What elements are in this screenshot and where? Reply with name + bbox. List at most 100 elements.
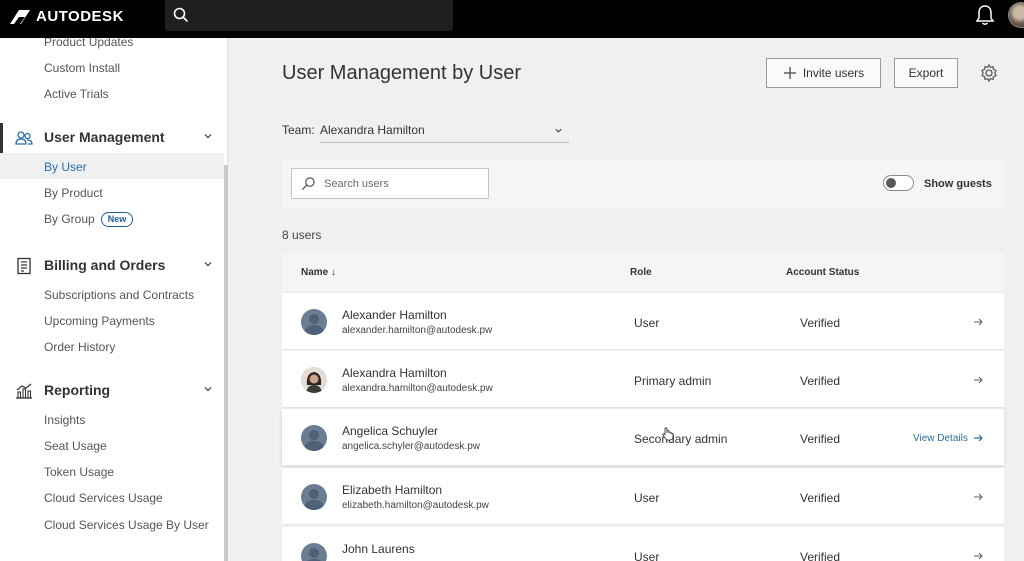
user-email: elizabeth.hamilton@autodesk.pw (342, 500, 489, 511)
export-label: Export (908, 66, 944, 80)
table-row[interactable]: Elizabeth Hamilton elizabeth.hamilton@au… (282, 468, 1004, 525)
sidebar-scrollbar[interactable] (224, 165, 228, 561)
user-role: User (634, 316, 660, 330)
table-row[interactable]: Alexander Hamilton alexander.hamilton@au… (282, 293, 1004, 350)
view-details-link[interactable]: View Details (913, 433, 968, 444)
user-name: Elizabeth Hamilton (342, 483, 443, 497)
search-icon (173, 7, 189, 23)
users-icon (15, 131, 33, 145)
arrow-right-icon[interactable] (974, 552, 983, 560)
user-name: Angelica Schuyler (342, 424, 439, 438)
person-silhouette-icon (304, 314, 324, 335)
search-users-input[interactable] (324, 176, 479, 192)
autodesk-logo-icon (10, 9, 30, 24)
show-guests-label: Show guests (924, 178, 992, 190)
gear-icon[interactable] (980, 64, 998, 82)
sidebar-item-upcoming-payments[interactable]: Upcoming Payments (44, 314, 155, 328)
brand-name: AUTODESK (36, 8, 124, 25)
user-status: Verified (800, 491, 841, 505)
user-email: angelica.schyler@autodesk.pw (342, 441, 481, 452)
user-avatar (301, 484, 327, 510)
section-label: Billing and Orders (44, 257, 166, 273)
user-name: Alexander Hamilton (342, 308, 447, 322)
export-button[interactable]: Export (894, 58, 958, 88)
sidebar-item-cloud-services-usage-by-user[interactable]: Cloud Services Usage By User (44, 518, 209, 532)
sidebar-item-by-user[interactable]: By User (44, 160, 87, 174)
person-silhouette-icon (304, 430, 324, 451)
person-photo-icon (301, 367, 327, 393)
user-name: John Laurens (342, 542, 415, 556)
sidebar-item-active-trials[interactable]: Active Trials (44, 87, 109, 101)
user-role: Primary admin (634, 374, 712, 388)
person-silhouette-icon (304, 489, 324, 510)
top-bar: AUTODESK (0, 0, 1024, 38)
invite-users-button[interactable]: Invite users (766, 58, 881, 88)
sidebar-item-product-updates[interactable]: Product Updates (44, 38, 133, 49)
user-status: Verified (800, 374, 841, 388)
section-label: Reporting (44, 382, 111, 398)
notification-bell-icon[interactable] (974, 4, 996, 26)
chevron-down-icon (204, 262, 212, 267)
user-count: 8 users (282, 228, 322, 242)
new-badge: New (100, 212, 134, 228)
show-guests-toggle[interactable] (883, 175, 914, 191)
sidebar-item-token-usage[interactable]: Token Usage (44, 465, 114, 479)
sidebar-section-user-management[interactable]: User Management (0, 125, 227, 151)
chevron-down-icon (204, 387, 212, 392)
arrow-right-icon[interactable] (974, 434, 983, 442)
user-name: Alexandra Hamilton (342, 366, 447, 380)
sidebar-item-custom-install[interactable]: Custom Install (44, 61, 120, 75)
invite-users-label: Invite users (802, 66, 865, 80)
user-email: alexandra.hamilton@autodesk.pw (342, 383, 493, 394)
table-row[interactable]: John Laurens User Verified (282, 527, 1004, 561)
sidebar-item-seat-usage[interactable]: Seat Usage (44, 439, 107, 453)
team-select[interactable]: Alexandra Hamilton (320, 117, 569, 143)
arrow-right-icon[interactable] (974, 376, 983, 384)
chevron-down-icon (204, 134, 212, 139)
user-status: Verified (800, 316, 841, 330)
receipt-icon (17, 257, 31, 275)
user-status: Verified (800, 550, 841, 561)
user-avatar-photo (301, 367, 327, 393)
profile-avatar[interactable] (1008, 2, 1024, 28)
column-header-account-status: Account Status (786, 267, 860, 278)
user-avatar (301, 543, 327, 561)
sidebar-item-by-product[interactable]: By Product (44, 186, 103, 200)
global-search[interactable] (165, 0, 453, 31)
column-header-name[interactable]: Name ↓ (301, 267, 336, 278)
sidebar-section-reporting[interactable]: Reporting (0, 378, 227, 404)
user-email: alexander.hamilton@autodesk.pw (342, 325, 493, 336)
user-role: User (634, 491, 660, 505)
team-select-value: Alexandra Hamilton (320, 123, 425, 137)
arrow-right-icon[interactable] (974, 493, 983, 501)
page-title: User Management by User (282, 62, 521, 84)
hand-cursor-icon (662, 427, 674, 441)
sidebar-item-insights[interactable]: Insights (44, 413, 85, 427)
section-label: User Management (44, 129, 165, 145)
sidebar-active-row (0, 153, 224, 179)
sidebar-item-subscriptions[interactable]: Subscriptions and Contracts (44, 288, 194, 302)
user-avatar (301, 309, 327, 335)
chevron-down-icon (555, 128, 562, 133)
sidebar-item-order-history[interactable]: Order History (44, 340, 115, 354)
user-status: Verified (800, 432, 841, 446)
sidebar-section-billing[interactable]: Billing and Orders (0, 253, 227, 279)
sidebar-item-by-group[interactable]: By Group New (44, 212, 134, 228)
search-users-field[interactable] (291, 168, 489, 199)
table-row[interactable]: Angelica Schuyler angelica.schyler@autod… (282, 409, 1004, 466)
sidebar-item-cloud-services-usage[interactable]: Cloud Services Usage (44, 491, 163, 505)
team-label: Team: (282, 123, 315, 137)
column-header-role: Role (630, 267, 652, 278)
sidebar: Product Updates Custom Install Active Tr… (0, 38, 228, 561)
sidebar-item-label: By Group (44, 212, 95, 226)
plus-icon (783, 67, 796, 79)
search-icon (301, 177, 315, 191)
autodesk-logo[interactable]: AUTODESK (10, 8, 124, 25)
table-row[interactable]: Alexandra Hamilton alexandra.hamilton@au… (282, 351, 1004, 408)
arrow-right-icon[interactable] (974, 318, 983, 326)
user-role: User (634, 550, 660, 561)
person-silhouette-icon (307, 548, 321, 561)
chart-icon (16, 383, 32, 399)
user-avatar (301, 425, 327, 451)
table-header: Name ↓ Role Account Status (282, 253, 1004, 291)
